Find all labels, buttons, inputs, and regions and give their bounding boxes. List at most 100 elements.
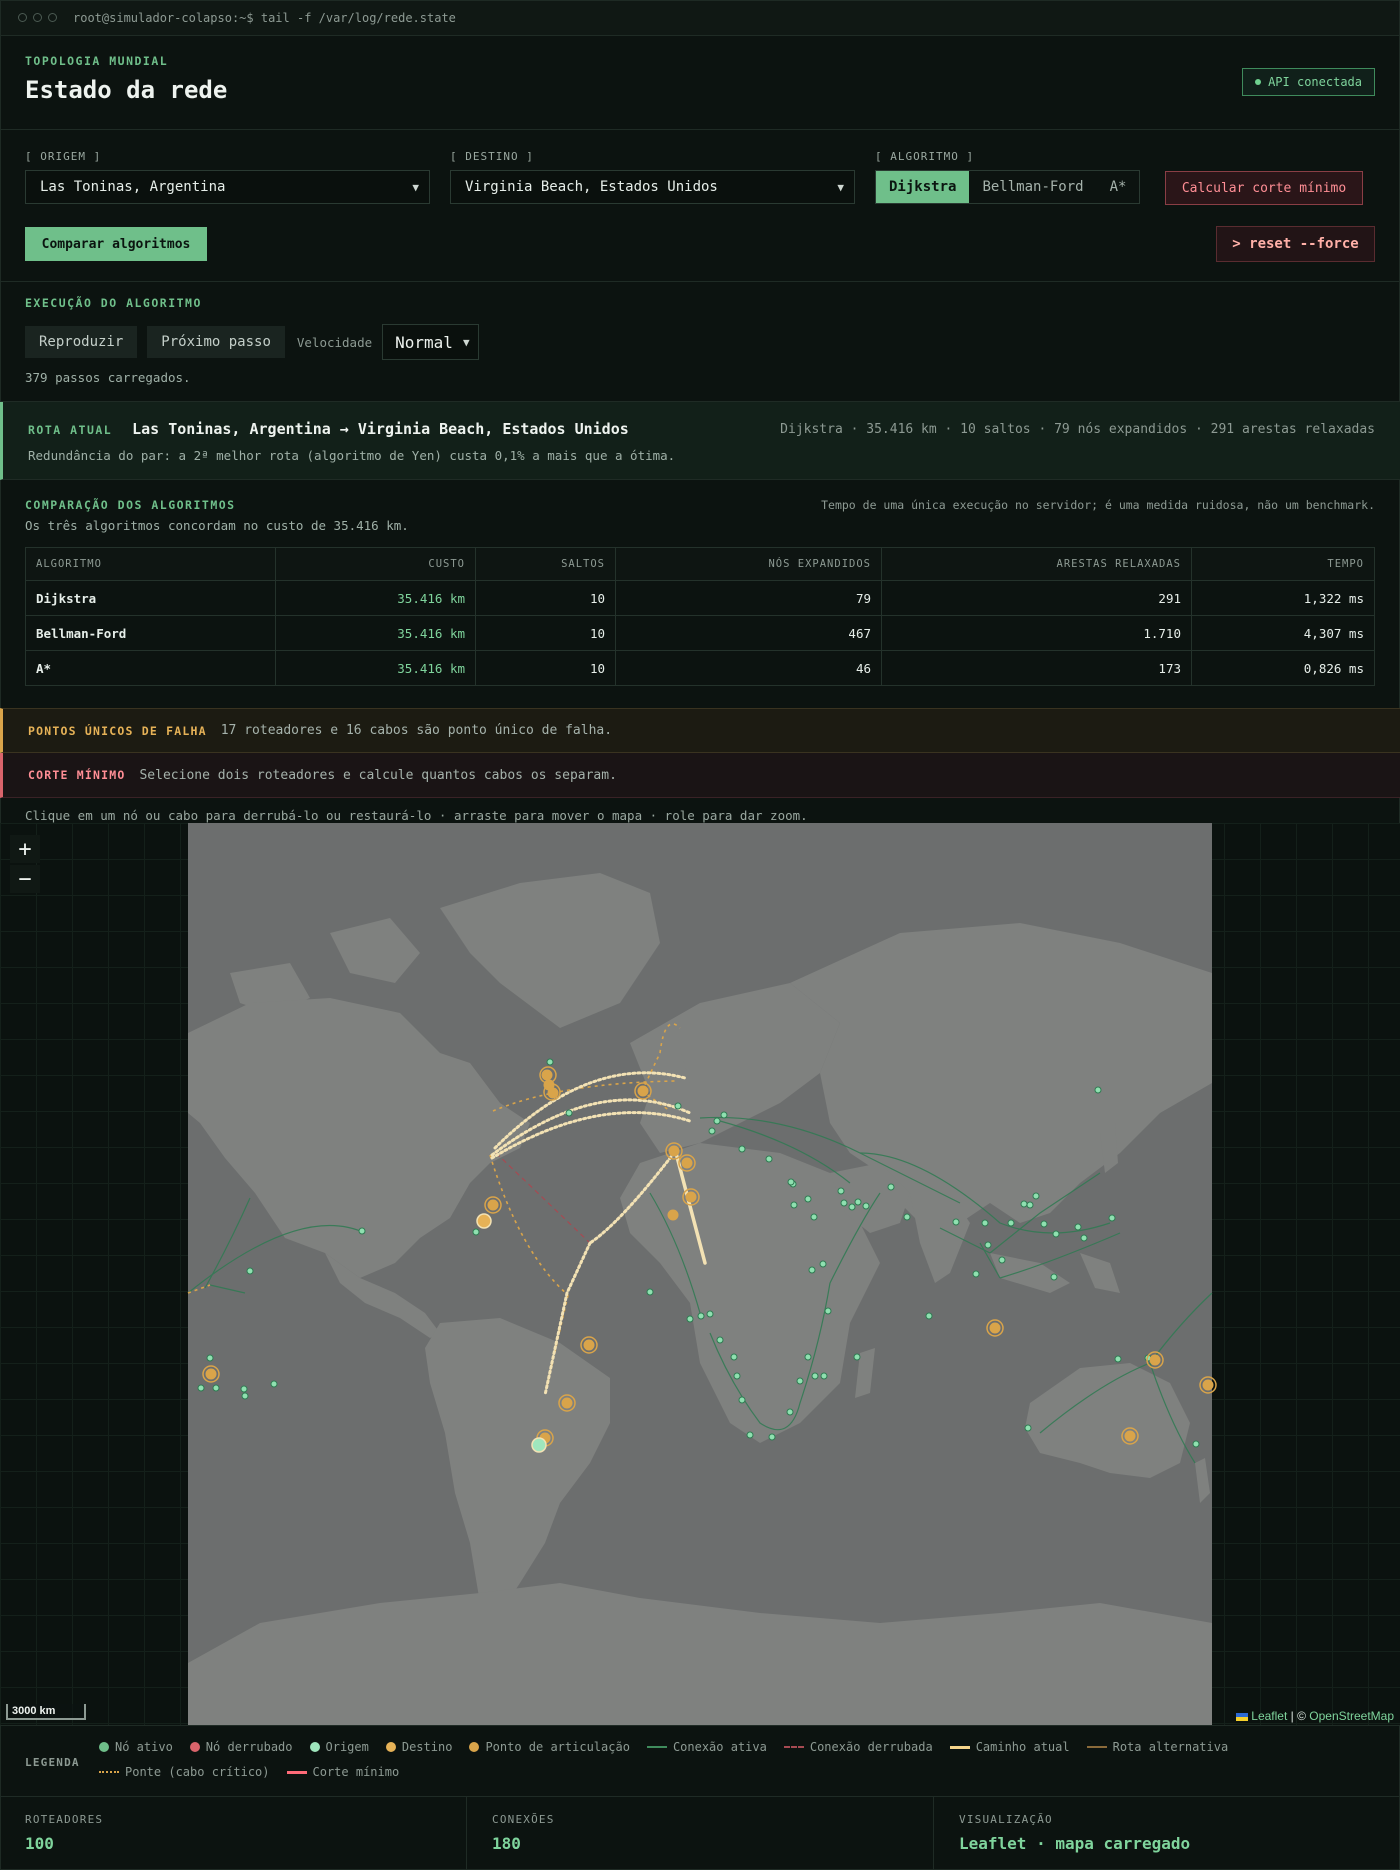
router-node[interactable] — [804, 1195, 812, 1203]
articulation-point[interactable] — [668, 1145, 680, 1157]
router-node[interactable] — [270, 1380, 278, 1388]
router-node[interactable] — [1032, 1192, 1040, 1200]
router-node[interactable] — [810, 1213, 818, 1221]
router-node[interactable] — [787, 1178, 795, 1186]
router-node[interactable] — [738, 1396, 746, 1404]
play-button[interactable]: Reproduzir — [25, 326, 138, 358]
router-node[interactable] — [746, 1431, 754, 1439]
router-node[interactable] — [790, 1201, 798, 1209]
map-canvas[interactable] — [0, 823, 1400, 1725]
next-step-button[interactable]: Próximo passo — [147, 326, 285, 358]
router-node[interactable] — [1040, 1220, 1048, 1228]
zoom-out-button[interactable]: − — [10, 865, 40, 893]
router-node[interactable] — [925, 1312, 933, 1320]
leaflet-link[interactable]: Leaflet — [1251, 1709, 1287, 1723]
articulation-point[interactable] — [989, 1322, 1001, 1334]
router-node[interactable] — [240, 1385, 248, 1393]
router-node[interactable] — [984, 1241, 992, 1249]
router-node[interactable] — [804, 1353, 812, 1361]
router-node[interactable] — [565, 1109, 573, 1117]
router-node[interactable] — [716, 1336, 724, 1344]
router-node[interactable] — [674, 1102, 682, 1110]
router-node[interactable] — [646, 1288, 654, 1296]
router-node[interactable] — [853, 1353, 861, 1361]
router-node[interactable] — [733, 1372, 741, 1380]
router-node[interactable] — [1074, 1223, 1082, 1231]
router-node[interactable] — [1050, 1273, 1058, 1281]
compare-algorithms-button[interactable]: Comparar algoritmos — [25, 227, 207, 261]
articulation-point[interactable] — [1149, 1354, 1161, 1366]
router-node[interactable] — [824, 1307, 832, 1315]
zoom-in-button[interactable]: + — [10, 835, 40, 863]
router-node[interactable] — [808, 1266, 816, 1274]
router-node[interactable] — [472, 1228, 480, 1236]
router-node[interactable] — [819, 1260, 827, 1268]
articulation-point[interactable] — [561, 1397, 573, 1409]
router-node[interactable] — [697, 1312, 705, 1320]
router-node[interactable] — [1192, 1440, 1200, 1448]
router-node[interactable] — [1024, 1424, 1032, 1432]
router-node[interactable] — [854, 1198, 862, 1206]
router-node[interactable] — [840, 1199, 848, 1207]
router-node[interactable] — [786, 1408, 794, 1416]
router-node[interactable] — [952, 1218, 960, 1226]
min-cut-button[interactable]: Calcular corte mínimo — [1165, 171, 1363, 205]
router-node[interactable] — [212, 1384, 220, 1392]
router-node[interactable] — [686, 1315, 694, 1323]
router-node[interactable] — [998, 1256, 1006, 1264]
router-node[interactable] — [1020, 1200, 1028, 1208]
router-node[interactable] — [765, 1155, 773, 1163]
network-map[interactable]: + − 3000 km Leaflet | © OpenStreetMap — [0, 823, 1400, 1725]
origin-select[interactable]: Las Toninas, Argentina ▼ — [25, 170, 430, 204]
articulation-point[interactable] — [667, 1209, 679, 1221]
articulation-point[interactable] — [1124, 1430, 1136, 1442]
router-node[interactable] — [887, 1183, 895, 1191]
origin-node[interactable] — [531, 1437, 547, 1453]
speed-select[interactable]: Normal ▼ — [382, 324, 479, 360]
articulation-point[interactable] — [637, 1085, 649, 1097]
router-node[interactable] — [738, 1145, 746, 1153]
router-node[interactable] — [981, 1219, 989, 1227]
router-node[interactable] — [837, 1187, 845, 1195]
router-node[interactable] — [546, 1058, 554, 1066]
articulation-point[interactable] — [487, 1199, 499, 1211]
router-node[interactable] — [246, 1267, 254, 1275]
articulation-point[interactable] — [685, 1191, 697, 1203]
destination-node[interactable] — [476, 1213, 492, 1229]
router-node[interactable] — [206, 1354, 214, 1362]
router-node[interactable] — [706, 1310, 714, 1318]
articulation-point[interactable] — [205, 1368, 217, 1380]
router-node[interactable] — [848, 1203, 856, 1211]
reset-force-button[interactable]: > reset --force — [1216, 226, 1375, 262]
router-node[interactable] — [1052, 1230, 1060, 1238]
router-node[interactable] — [1080, 1234, 1088, 1242]
algorithm-option-astar[interactable]: A* — [1097, 171, 1140, 203]
articulation-point[interactable] — [547, 1087, 559, 1099]
router-node[interactable] — [768, 1433, 776, 1441]
router-node[interactable] — [358, 1227, 366, 1235]
router-node[interactable] — [708, 1127, 716, 1135]
router-node[interactable] — [811, 1372, 819, 1380]
router-node[interactable] — [1007, 1219, 1015, 1227]
algorithm-option-bellman-ford[interactable]: Bellman-Ford — [969, 171, 1096, 203]
osm-link[interactable]: OpenStreetMap — [1309, 1709, 1394, 1723]
articulation-point[interactable] — [583, 1339, 595, 1351]
router-node[interactable] — [1108, 1214, 1116, 1222]
router-node[interactable] — [820, 1372, 828, 1380]
articulation-point[interactable] — [541, 1069, 553, 1081]
destination-select[interactable]: Virginia Beach, Estados Unidos ▼ — [450, 170, 855, 204]
router-node[interactable] — [1026, 1201, 1034, 1209]
router-node[interactable] — [796, 1377, 804, 1385]
router-node[interactable] — [862, 1202, 870, 1210]
algorithm-option-dijkstra[interactable]: Dijkstra — [876, 171, 970, 203]
router-node[interactable] — [241, 1392, 249, 1400]
router-node[interactable] — [972, 1270, 980, 1278]
router-node[interactable] — [730, 1353, 738, 1361]
router-node[interactable] — [1094, 1086, 1102, 1094]
articulation-point[interactable] — [1202, 1379, 1214, 1391]
articulation-point[interactable] — [681, 1157, 693, 1169]
router-node[interactable] — [1114, 1355, 1122, 1363]
router-node[interactable] — [720, 1111, 728, 1119]
router-node[interactable] — [197, 1384, 205, 1392]
router-node[interactable] — [713, 1117, 721, 1125]
